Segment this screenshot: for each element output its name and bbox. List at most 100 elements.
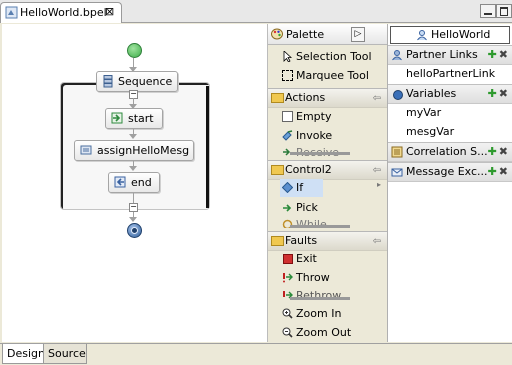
palette-item-exit[interactable]: Exit (280, 250, 380, 268)
delete-icon[interactable]: ✖ (499, 48, 508, 61)
bpel-file-icon (5, 6, 18, 19)
editor-tab-bar: HelloWorld.bpel ⊠ (0, 0, 512, 23)
sash-arrow-icon[interactable]: ▸ (377, 180, 381, 189)
add-icon[interactable]: ✚ (488, 87, 497, 100)
maximize-button[interactable] (496, 4, 512, 18)
palette-title: Palette (286, 28, 325, 41)
empty-icon (282, 111, 293, 122)
palette-item-zoom-in[interactable]: Zoom In (280, 305, 380, 323)
palette-panel: Palette ▷ Selection Tool Marquee Tool Ac… (268, 24, 388, 342)
activity-label: assignHelloMesg (97, 144, 190, 157)
connector-arrow (129, 217, 137, 222)
palette-icon (271, 28, 283, 40)
palette-item-zoom-out[interactable]: Zoom Out (280, 324, 380, 342)
section-variables[interactable]: Variables ✚ ✖ (388, 84, 512, 104)
palette-group-faults[interactable]: Faults ⇦ (268, 231, 387, 251)
section-label: Correlation S... (406, 145, 488, 158)
palette-menu-button[interactable]: ▷ (351, 27, 365, 42)
scroll-fade (290, 297, 350, 300)
partner-link-icon (392, 50, 402, 61)
item-label: Exit (296, 252, 317, 265)
correlation-icon (391, 146, 403, 158)
palette-item-invoke[interactable]: Invoke (280, 127, 380, 145)
process-canvas[interactable]: Sequence − start assignHelloMesg end − (2, 24, 268, 342)
sequence-label: Sequence (118, 75, 173, 88)
editor-bottom-tabs: Design Source (0, 343, 512, 365)
activity-start[interactable]: start (105, 108, 163, 129)
activity-label: start (128, 112, 154, 125)
tool-selection[interactable]: Selection Tool (280, 48, 380, 66)
delete-icon[interactable]: ✖ (499, 145, 508, 158)
group-label: Faults (285, 234, 318, 247)
tab-design[interactable]: Design (2, 344, 45, 364)
activity-label: end (131, 176, 152, 189)
add-icon[interactable]: ✚ (488, 48, 497, 61)
throw-icon (283, 273, 293, 283)
collapse-sequence-end-icon[interactable]: − (129, 203, 138, 212)
process-name: HelloWorld (431, 28, 491, 41)
delete-icon[interactable]: ✖ (499, 87, 508, 100)
palette-item-if[interactable]: If (280, 179, 323, 197)
minimize-button[interactable] (480, 4, 496, 18)
activity-end[interactable]: end (108, 172, 160, 193)
receive-icon (111, 112, 123, 124)
process-end-node[interactable] (127, 223, 142, 238)
item-label: Zoom Out (296, 326, 352, 339)
editor-tab-title: HelloWorld.bpel (20, 6, 107, 19)
add-icon[interactable]: ✚ (488, 165, 497, 178)
palette-item-throw[interactable]: Throw (280, 269, 380, 287)
palette-item-pick[interactable]: Pick (280, 199, 380, 217)
message-exchange-icon (391, 168, 403, 177)
activity-assignhellomesg[interactable]: assignHelloMesg (74, 140, 194, 161)
minimize-icon (484, 13, 492, 15)
palette-group-actions[interactable]: Actions ⇦ (268, 88, 387, 108)
process-icon (417, 30, 427, 41)
collapse-icon[interactable]: ⇦ (373, 93, 381, 104)
reply-icon (114, 176, 126, 188)
if-icon (282, 182, 293, 193)
group-label: Actions (285, 91, 326, 104)
zoom-out-icon (282, 327, 293, 338)
add-icon[interactable]: ✚ (488, 145, 497, 158)
tab-source[interactable]: Source (43, 344, 87, 364)
palette-group-control2[interactable]: Control2 ⇦ (268, 160, 387, 180)
list-item[interactable]: myVar (388, 104, 512, 122)
section-label: Message Exc... (406, 165, 488, 178)
tab-label: Design (7, 347, 45, 360)
folder-icon (271, 236, 284, 246)
tool-marquee[interactable]: Marquee Tool (280, 67, 380, 85)
variable-icon (393, 90, 403, 100)
process-tray: HelloWorld Partner Links ✚ ✖ helloPartner… (388, 24, 512, 342)
zoom-in-icon (282, 308, 293, 319)
marquee-icon (282, 70, 293, 81)
process-name-box[interactable]: HelloWorld (390, 26, 510, 44)
collapse-icon[interactable]: ⇦ (373, 165, 381, 176)
palette-item-empty[interactable]: Empty (280, 108, 380, 126)
list-item[interactable]: helloPartnerLink (388, 65, 512, 83)
item-label: Invoke (296, 129, 333, 142)
close-tab-icon[interactable]: ⊠ (105, 5, 114, 18)
folder-icon (271, 165, 284, 175)
item-label: If (296, 181, 304, 194)
partner-link-name: helloPartnerLink (406, 67, 496, 80)
collapse-icon[interactable]: ⇦ (373, 236, 381, 247)
list-item[interactable]: mesgVar (388, 123, 512, 141)
item-label: Pick (296, 201, 318, 214)
pick-icon (283, 204, 292, 212)
tool-label: Selection Tool (296, 50, 372, 63)
sequence-shadow (206, 86, 209, 208)
connector-arrow (129, 166, 137, 171)
assign-icon (80, 145, 92, 155)
invoke-icon (282, 130, 293, 141)
section-partner-links[interactable]: Partner Links ✚ ✖ (388, 45, 512, 65)
item-label: Throw (296, 271, 330, 284)
section-correlation-sets[interactable]: Correlation S... ✚ ✖ (388, 142, 512, 162)
end-node-inner (131, 227, 138, 234)
variable-name: mesgVar (406, 125, 455, 138)
editor-tab-helloworld[interactable]: HelloWorld.bpel ⊠ (0, 2, 122, 23)
process-start-node[interactable] (127, 43, 142, 58)
connector-arrow (129, 134, 137, 139)
sequence-node[interactable]: Sequence (96, 71, 178, 92)
section-message-exchanges[interactable]: Message Exc... ✚ ✖ (388, 162, 512, 182)
delete-icon[interactable]: ✖ (499, 165, 508, 178)
